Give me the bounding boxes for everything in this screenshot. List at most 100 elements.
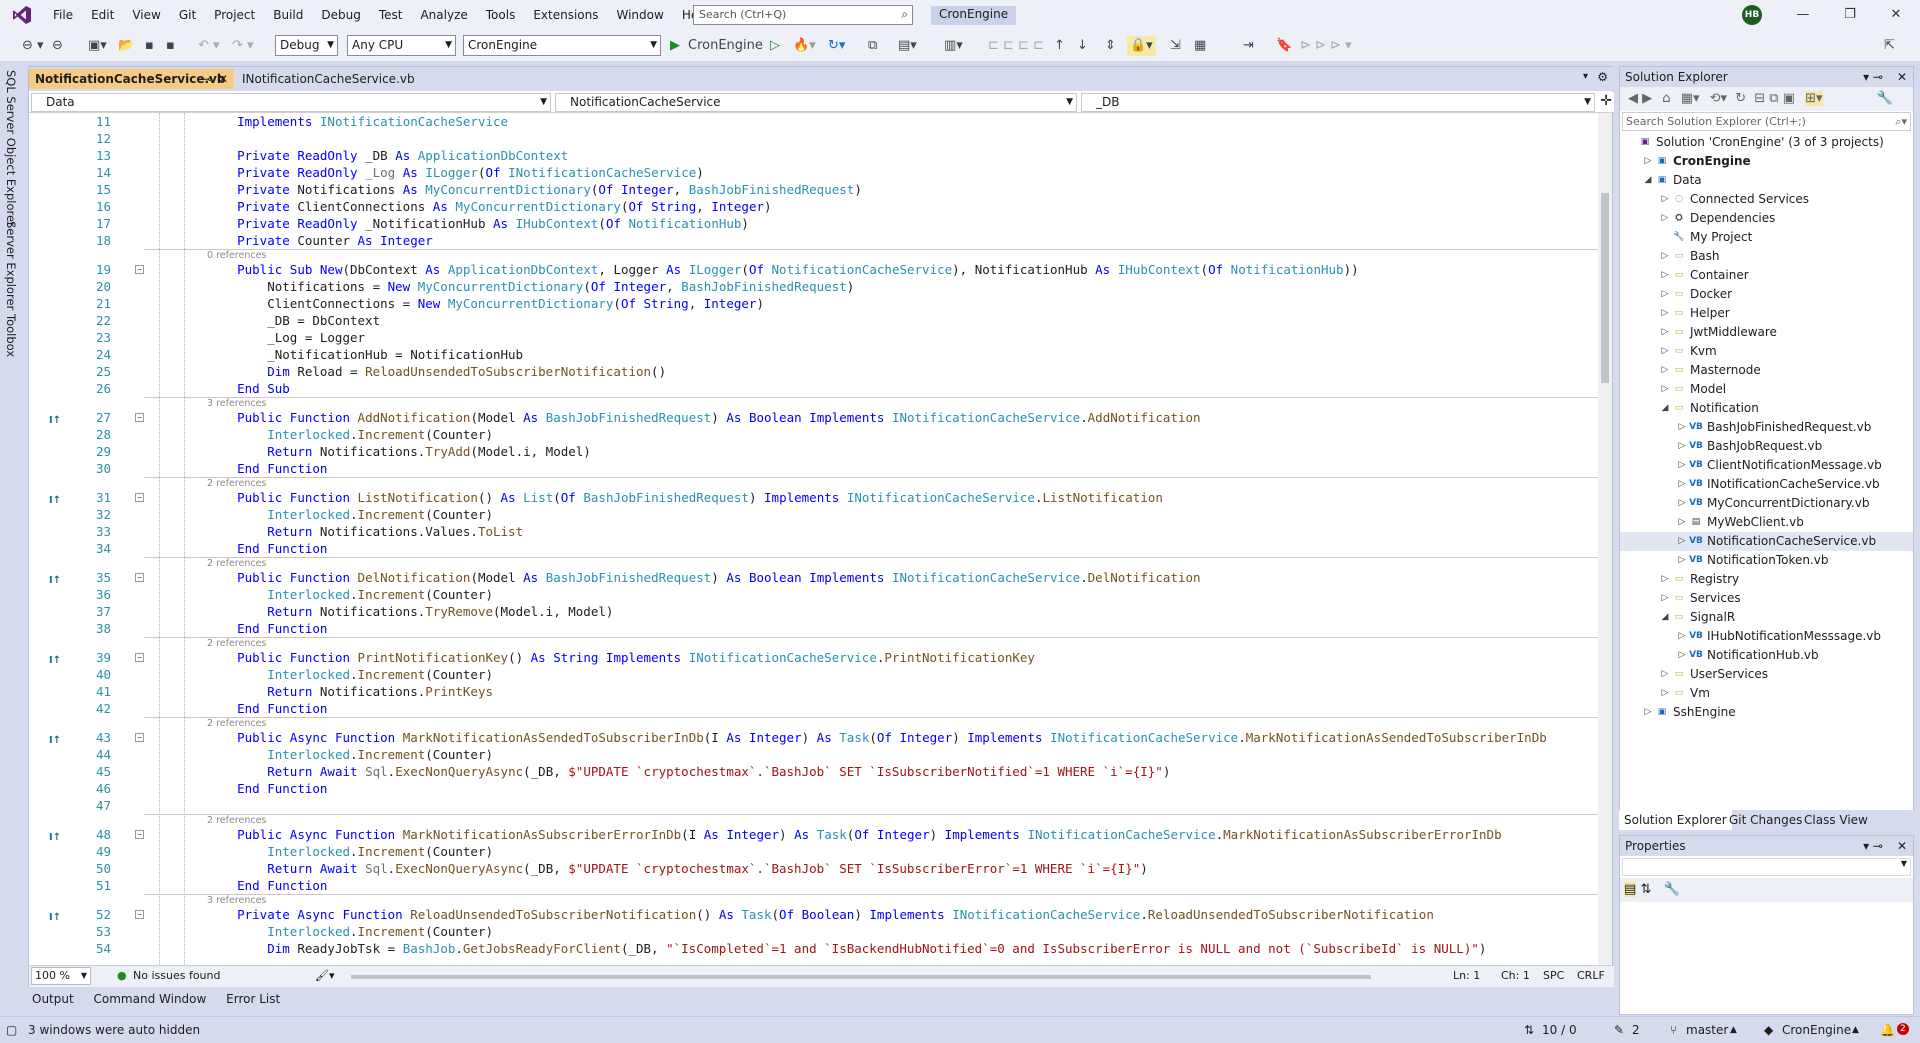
close-icon[interactable]: ✕ <box>1873 0 1919 30</box>
feedback-icon[interactable]: ⇱ <box>1884 36 1895 56</box>
notification-bell-icon[interactable]: 🔔 <box>1880 1017 1895 1043</box>
expand-arrow-icon[interactable]: ▷ <box>1660 570 1670 589</box>
tree-item-notificationcacheservice-vb[interactable]: ▷ VB NotificationCacheService.vb <box>1620 532 1913 551</box>
command-window-tab[interactable]: Command Window <box>94 992 207 1006</box>
tree-item-notification[interactable]: ◢ ▭ Notification <box>1620 399 1913 418</box>
tree-item-userservices[interactable]: ▷ ▭ UserServices <box>1620 665 1913 684</box>
arrow-up-icon[interactable]: ↑ <box>1054 36 1065 56</box>
issues-status[interactable]: No issues found <box>133 966 220 986</box>
expand-arrow-icon[interactable]: ▷ <box>1660 684 1670 703</box>
code-line[interactable]: 42 End Function <box>29 700 1599 717</box>
search-box[interactable]: Search (Ctrl+Q) ⌕ <box>693 5 913 25</box>
codelens-references[interactable]: 2 references <box>207 718 266 729</box>
code-line[interactable]: 48 I↑ − Public Async Function MarkNotifica… <box>29 826 1599 843</box>
code-line[interactable]: 28 Interlocked.Increment(Counter) <box>29 426 1599 443</box>
server-explorer-tab[interactable]: Server Explorer <box>4 221 18 310</box>
member-nav-select[interactable]: _DB ▼ <box>1081 93 1595 112</box>
expand-arrow-icon[interactable]: ▷ <box>1660 380 1670 399</box>
avatar[interactable]: HB <box>1742 5 1762 25</box>
code-line[interactable]: 37 Return Notifications.TryRemove(Model.… <box>29 603 1599 620</box>
tree-item-sshengine[interactable]: ▷ ▣ SshEngine <box>1620 703 1913 722</box>
tree-item-signalr[interactable]: ◢ ▭ SignalR <box>1620 608 1913 627</box>
close-icon[interactable]: ✕ <box>1897 836 1907 856</box>
code-line[interactable]: 44 Interlocked.Increment(Counter) <box>29 746 1599 763</box>
tree-item-inotificationcacheservice-vb[interactable]: ▷ VB INotificationCacheService.vb <box>1620 475 1913 494</box>
expanded-arrow-icon[interactable]: ◢ <box>1643 171 1653 190</box>
save-icon[interactable]: ▪ <box>145 36 154 56</box>
code-line[interactable]: 54 Dim ReadyJobTsk = BashJob.GetJobsRead… <box>29 940 1599 957</box>
expand-arrow-icon[interactable]: ▷ <box>1660 323 1670 342</box>
solution-search-input[interactable]: Search Solution Explorer (Ctrl+;) ⌕▾ <box>1622 112 1911 131</box>
sql-server-object-explorer-tab[interactable]: SQL Server Object Explorer <box>4 70 18 227</box>
expand-arrow-icon[interactable]: ▷ <box>1677 494 1687 513</box>
platform-select[interactable]: Any CPU ▼ <box>347 35 456 56</box>
refresh-icon[interactable]: ↻▾ <box>828 36 845 56</box>
tree-item-solution-cronengine-3-of-3-projects[interactable]: ▣ Solution 'CronEngine' (3 of 3 projects) <box>1620 133 1913 152</box>
expand-arrow-icon[interactable]: ▷ <box>1677 627 1687 646</box>
collapse-icon[interactable]: − <box>135 493 144 502</box>
tree-item-notificationtoken-vb[interactable]: ▷ VB NotificationToken.vb <box>1620 551 1913 570</box>
vertical-scrollbar[interactable] <box>1598 113 1612 965</box>
play-icon[interactable]: ▶ <box>670 36 680 56</box>
tab-git-changes[interactable]: Git Changes <box>1724 810 1807 830</box>
lock-icon[interactable]: 🔒▾ <box>1127 36 1156 56</box>
browser-icon[interactable]: ⧉ <box>868 36 877 56</box>
expand-arrow-icon[interactable]: ▷ <box>1677 418 1687 437</box>
menu-build[interactable]: Build <box>264 0 312 30</box>
new-project-icon[interactable]: ▣▾ <box>88 36 107 56</box>
startup-project-select[interactable]: CronEngine ▼ <box>463 35 661 56</box>
commits-count[interactable]: 10 / 0 <box>1542 1017 1577 1043</box>
tree-item-helper[interactable]: ▷ ▭ Helper <box>1620 304 1913 323</box>
start-without-debug-icon[interactable]: ▷ <box>770 36 780 56</box>
tree-item-bash[interactable]: ▷ ▭ Bash <box>1620 247 1913 266</box>
code-line[interactable]: 27 I↑ − Public Function AddNotification(Mo… <box>29 409 1599 426</box>
run-button[interactable]: CronEngine <box>688 36 763 56</box>
tab-overflow-icon[interactable]: ▾ <box>1583 71 1588 82</box>
expand-arrow-icon[interactable]: ▷ <box>1677 646 1687 665</box>
expand-arrow-icon[interactable]: ▷ <box>1660 209 1670 228</box>
code-line[interactable]: 20 Notifications = New MyConcurrentDicti… <box>29 278 1599 295</box>
collapse-icon[interactable]: − <box>135 573 144 582</box>
expand-arrow-icon[interactable]: ▷ <box>1677 551 1687 570</box>
format-icon[interactable]: ▥▾ <box>944 36 963 56</box>
menu-analyze[interactable]: Analyze <box>411 0 476 30</box>
tree-item-cronengine[interactable]: ▷ ▣ CronEngine <box>1620 152 1913 171</box>
wrench-icon[interactable]: 🔧 <box>1877 87 1893 111</box>
expand-arrow-icon[interactable]: ▷ <box>1660 304 1670 323</box>
menu-edit[interactable]: Edit <box>82 0 123 30</box>
config-select[interactable]: Debug ▼ <box>275 35 338 56</box>
zoom-select[interactable]: 100 % ▼ <box>31 967 91 985</box>
code-line[interactable]: 31 I↑ − Public Function ListNotification()… <box>29 489 1599 506</box>
code-line[interactable]: 51 End Function <box>29 877 1599 894</box>
redo-icon[interactable]: ↷ ▾ <box>232 36 254 56</box>
tree-item-model[interactable]: ▷ ▭ Model <box>1620 380 1913 399</box>
tree-item-bashjobfinishedrequest-vb[interactable]: ▷ VB BashJobFinishedRequest.vb <box>1620 418 1913 437</box>
code-line[interactable]: 18 Private Counter As Integer <box>29 232 1599 249</box>
collapse-icon[interactable]: − <box>135 413 144 422</box>
code-line[interactable]: 23 _Log = Logger <box>29 329 1599 346</box>
tree-item-kvm[interactable]: ▷ ▭ Kvm <box>1620 342 1913 361</box>
switch-views-icon[interactable]: ▦▾ <box>1681 91 1700 106</box>
tree-item-bashjobrequest-vb[interactable]: ▷ VB BashJobRequest.vb <box>1620 437 1913 456</box>
arrow-down-icon[interactable]: ↓ <box>1077 36 1088 56</box>
properties-object-select[interactable]: ▼ <box>1622 858 1911 876</box>
codelens-references[interactable]: 3 references <box>207 398 266 409</box>
collapse-icon[interactable]: − <box>135 653 144 662</box>
code-line[interactable]: 45 Return Await Sql.ExecNonQueryAsync(_D… <box>29 763 1599 780</box>
expand-arrow-icon[interactable]: ▷ <box>1677 437 1687 456</box>
panel-menu-icon[interactable]: ▾ ⊸ <box>1863 67 1883 87</box>
tab-notificationcacheservice[interactable]: NotificationCacheService.vb ⊸ ✕ <box>29 69 234 89</box>
code-line[interactable]: 46 End Function <box>29 780 1599 797</box>
code-line[interactable]: 36 Interlocked.Increment(Counter) <box>29 586 1599 603</box>
code-line[interactable]: 14 Private ReadOnly _Log As ILogger(Of I… <box>29 164 1599 181</box>
expand-arrow-icon[interactable]: ▷ <box>1660 190 1670 209</box>
code-line[interactable]: 50 Return Await Sql.ExecNonQueryAsync(_D… <box>29 860 1599 877</box>
collapse-icon[interactable]: − <box>135 265 144 274</box>
code-line[interactable]: 16 Private ClientConnections As MyConcur… <box>29 198 1599 215</box>
line-ending-indicator[interactable]: CRLF <box>1577 966 1605 986</box>
collapse-all-icon[interactable]: ⊟ ⧉ ▣ <box>1754 91 1795 106</box>
code-line[interactable]: 43 I↑ − Public Async Function MarkNotifica… <box>29 729 1599 746</box>
code-line[interactable]: 53 Interlocked.Increment(Counter) <box>29 923 1599 940</box>
changes-count[interactable]: 2 <box>1632 1017 1640 1043</box>
expanded-arrow-icon[interactable]: ◢ <box>1660 608 1670 627</box>
